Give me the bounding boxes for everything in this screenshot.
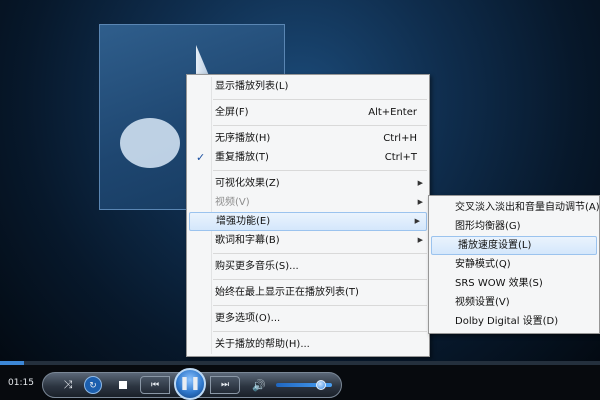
submenu-item-equalizer[interactable]: 图形均衡器(G): [429, 217, 599, 236]
menu-separator: [213, 253, 427, 254]
repeat-button[interactable]: ↻: [84, 376, 102, 394]
menu-item-label: 安静模式(Q): [455, 259, 511, 270]
menu-item-label: 可视化效果(Z): [215, 178, 280, 189]
pause-button[interactable]: ❚❚: [174, 368, 206, 400]
menu-item-shortcut: Ctrl+H: [383, 133, 417, 144]
menu-item-label: 更多选项(O)...: [215, 313, 281, 324]
submenu-arrow-icon: ▶: [417, 179, 423, 187]
menu-item-label: 图形均衡器(G): [455, 221, 521, 232]
volume-icon[interactable]: 🔊: [250, 376, 268, 394]
menu-item-label: 歌词和字幕(B): [215, 235, 280, 246]
next-button[interactable]: ⏭: [210, 376, 240, 394]
menu-item-repeat[interactable]: ✓ 重复播放(T) Ctrl+T: [187, 148, 429, 167]
volume-slider-handle[interactable]: [315, 380, 326, 390]
menu-item-label: 无序播放(H): [215, 133, 271, 144]
menu-item-visualizations[interactable]: 可视化效果(Z) ▶: [187, 174, 429, 193]
menu-item-label: 购买更多音乐(S)...: [215, 261, 299, 272]
menu-item-enhancements[interactable]: 增强功能(E) ▶: [189, 212, 427, 231]
menu-separator: [213, 125, 427, 126]
menu-item-shortcut: Alt+Enter: [368, 107, 417, 118]
submenu-item-play-speed[interactable]: 播放速度设置(L): [431, 236, 597, 255]
context-menu: 显示播放列表(L) 全屏(F) Alt+Enter 无序播放(H) Ctrl+H…: [186, 74, 430, 357]
submenu-arrow-icon: ▶: [417, 198, 423, 206]
menu-item-buy-music[interactable]: 购买更多音乐(S)...: [187, 257, 429, 276]
menu-separator: [213, 305, 427, 306]
music-note-head: [120, 118, 180, 168]
menu-item-video: 视频(V) ▶: [187, 193, 429, 212]
menu-item-label: 全屏(F): [215, 107, 249, 118]
menu-item-label: 重复播放(T): [215, 152, 269, 163]
submenu-item-srs-wow[interactable]: SRS WOW 效果(S): [429, 274, 599, 293]
menu-separator: [213, 331, 427, 332]
menu-item-label: SRS WOW 效果(S): [455, 278, 543, 289]
previous-button[interactable]: ⏮: [140, 376, 170, 394]
menu-separator: [213, 99, 427, 100]
menu-item-label: 视频(V): [215, 197, 250, 208]
menu-separator: [213, 279, 427, 280]
menu-item-label: 播放速度设置(L): [458, 240, 532, 251]
submenu-item-dolby[interactable]: Dolby Digital 设置(D): [429, 312, 599, 331]
menu-item-show-playlist[interactable]: 显示播放列表(L): [187, 77, 429, 96]
menu-item-fullscreen[interactable]: 全屏(F) Alt+Enter: [187, 103, 429, 122]
elapsed-time: 01:15: [8, 378, 34, 388]
menu-item-help[interactable]: 关于播放的帮助(H)...: [187, 335, 429, 354]
submenu-arrow-icon: ▶: [414, 217, 420, 225]
menu-item-more-options[interactable]: 更多选项(O)...: [187, 309, 429, 328]
enhancements-submenu: 交叉淡入淡出和音量自动调节(A) 图形均衡器(G) 播放速度设置(L) 安静模式…: [428, 195, 600, 334]
menu-item-label: 关于播放的帮助(H)...: [215, 339, 310, 350]
submenu-item-video-settings[interactable]: 视频设置(V): [429, 293, 599, 312]
menu-item-label: 视频设置(V): [455, 297, 510, 308]
submenu-arrow-icon: ▶: [417, 236, 423, 244]
checkmark-icon: ✓: [196, 151, 206, 164]
submenu-item-quiet-mode[interactable]: 安静模式(Q): [429, 255, 599, 274]
menu-item-lyrics-subtitles[interactable]: 歌词和字幕(B) ▶: [187, 231, 429, 250]
submenu-item-crossfade[interactable]: 交叉淡入淡出和音量自动调节(A): [429, 198, 600, 217]
menu-item-label: 始终在最上显示正在播放列表(T): [215, 287, 359, 298]
menu-item-label: Dolby Digital 设置(D): [455, 316, 559, 327]
menu-separator: [213, 170, 427, 171]
menu-item-label: 交叉淡入淡出和音量自动调节(A): [455, 202, 600, 213]
menu-item-shuffle[interactable]: 无序播放(H) Ctrl+H: [187, 129, 429, 148]
shuffle-button[interactable]: ⤨: [58, 375, 78, 395]
menu-item-label: 显示播放列表(L): [215, 81, 289, 92]
stop-button[interactable]: [114, 376, 132, 394]
menu-item-shortcut: Ctrl+T: [384, 152, 417, 163]
menu-item-label: 增强功能(E): [216, 216, 271, 227]
menu-item-always-on-top[interactable]: 始终在最上显示正在播放列表(T): [187, 283, 429, 302]
